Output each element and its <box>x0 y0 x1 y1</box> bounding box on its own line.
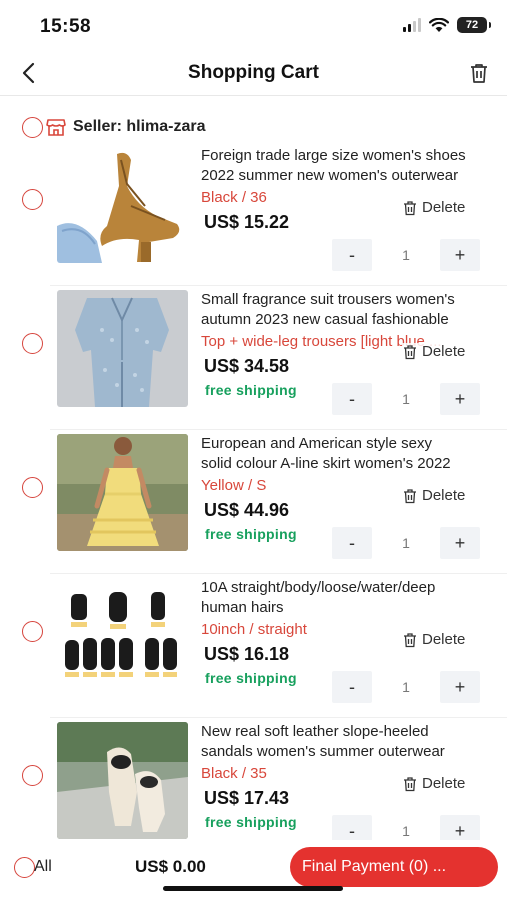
product-title-line: sandals women's summer outerwear <box>201 743 445 760</box>
delete-label: Delete <box>422 487 466 504</box>
quantity-stepper: - 1 + <box>332 239 480 271</box>
trash-icon <box>404 200 416 215</box>
status-icons: 72 <box>403 17 491 33</box>
decrease-quantity-button[interactable]: - <box>332 527 372 559</box>
product-title-line: Small fragrance suit trousers women's <box>201 291 455 308</box>
product-price: US$ 17.43 <box>204 788 290 808</box>
item-select-radio[interactable] <box>22 765 43 786</box>
product-title[interactable]: Small fragrance suit trousers women's au… <box>201 290 501 330</box>
product-title-line: autumn 2023 new casual fashionable <box>201 311 449 328</box>
seller-label: Seller: hlima-zara <box>73 118 206 135</box>
final-payment-button[interactable]: Final Payment (0) ... <box>290 847 498 887</box>
decrease-quantity-button[interactable]: - <box>332 383 372 415</box>
increase-quantity-button[interactable]: + <box>440 527 480 559</box>
trash-icon <box>404 632 416 647</box>
delete-button[interactable]: Delete <box>402 775 466 792</box>
product-title[interactable]: Foreign trade large size women's shoes 2… <box>201 146 501 186</box>
quantity-stepper: - 1 + <box>332 671 480 703</box>
product-price: US$ 16.18 <box>204 644 290 664</box>
quantity-value[interactable]: 1 <box>372 247 440 263</box>
quantity-value[interactable]: 1 <box>372 823 440 839</box>
product-title[interactable]: 10A straight/body/loose/water/deep human… <box>201 578 501 618</box>
trash-icon <box>404 344 416 359</box>
item-select-radio[interactable] <box>22 621 43 642</box>
trash-icon <box>404 488 416 503</box>
total-price: US$ 0.00 <box>135 857 206 876</box>
checkout-bar: All US$ 0.00 Final Payment (0) ... <box>0 840 507 900</box>
product-title-line: solid colour A-line skirt women's 2022 <box>201 455 451 472</box>
item-select-radio[interactable] <box>22 333 43 354</box>
trash-icon[interactable] <box>467 61 491 85</box>
free-shipping-label: free shipping <box>205 382 297 398</box>
free-shipping-label: free shipping <box>205 526 297 542</box>
seller-select-radio[interactable] <box>22 116 43 138</box>
product-title-line: New real soft leather slope-heeled <box>201 723 429 740</box>
delete-button[interactable]: Delete <box>402 631 466 648</box>
quantity-value[interactable]: 1 <box>372 391 440 407</box>
product-image[interactable] <box>57 146 188 263</box>
battery-icon: 72 <box>457 17 491 33</box>
cart-item: Foreign trade large size women's shoes 2… <box>0 142 507 286</box>
item-select-radio[interactable] <box>22 189 43 210</box>
product-image[interactable] <box>57 434 188 551</box>
product-title-line: European and American style sexy <box>201 435 432 452</box>
increase-quantity-button[interactable]: + <box>440 671 480 703</box>
select-all-radio[interactable] <box>14 857 35 878</box>
quantity-stepper: - 1 + <box>332 527 480 559</box>
product-title-line: 10A straight/body/loose/water/deep <box>201 579 436 596</box>
product-image[interactable] <box>57 722 188 839</box>
signal-icon <box>403 18 421 32</box>
delete-button[interactable]: Delete <box>402 199 466 216</box>
product-price: US$ 44.96 <box>204 500 290 520</box>
free-shipping-label: free shipping <box>205 814 297 830</box>
quantity-value[interactable]: 1 <box>372 679 440 695</box>
delete-label: Delete <box>422 631 466 648</box>
product-price: US$ 34.58 <box>204 356 290 376</box>
product-price: US$ 15.22 <box>204 212 290 232</box>
product-image[interactable] <box>57 578 188 695</box>
wifi-icon <box>429 17 449 32</box>
product-title-line: 2022 summer new women's outerwear <box>201 167 459 184</box>
decrease-quantity-button[interactable]: - <box>332 239 372 271</box>
product-title-line: human hairs <box>201 599 284 616</box>
seller-row: Seller: hlima-zara <box>22 113 206 141</box>
select-all-label[interactable]: All <box>34 858 52 876</box>
product-title[interactable]: New real soft leather slope-heeled sanda… <box>201 722 501 762</box>
delete-label: Delete <box>422 343 466 360</box>
increase-quantity-button[interactable]: + <box>440 239 480 271</box>
delete-label: Delete <box>422 199 466 216</box>
item-select-radio[interactable] <box>22 477 43 498</box>
header: Shopping Cart <box>0 50 507 96</box>
free-shipping-label: free shipping <box>205 670 297 686</box>
delete-button[interactable]: Delete <box>402 487 466 504</box>
status-bar: 15:58 72 <box>0 0 507 50</box>
delete-label: Delete <box>422 775 466 792</box>
product-title-line: Foreign trade large size women's shoes <box>201 147 466 164</box>
cart-item: Small fragrance suit trousers women's au… <box>0 286 507 430</box>
quantity-value[interactable]: 1 <box>372 535 440 551</box>
cart-item: European and American style sexy solid c… <box>0 430 507 574</box>
increase-quantity-button[interactable]: + <box>440 383 480 415</box>
product-title[interactable]: European and American style sexy solid c… <box>201 434 501 474</box>
delete-button[interactable]: Delete <box>402 343 466 360</box>
product-image[interactable] <box>57 290 188 407</box>
store-icon <box>46 119 66 136</box>
page-title: Shopping Cart <box>188 62 319 83</box>
home-indicator <box>163 886 343 891</box>
trash-icon <box>404 776 416 791</box>
decrease-quantity-button[interactable]: - <box>332 671 372 703</box>
cart-item: 10A straight/body/loose/water/deep human… <box>0 574 507 718</box>
status-time: 15:58 <box>40 16 92 37</box>
quantity-stepper: - 1 + <box>332 383 480 415</box>
